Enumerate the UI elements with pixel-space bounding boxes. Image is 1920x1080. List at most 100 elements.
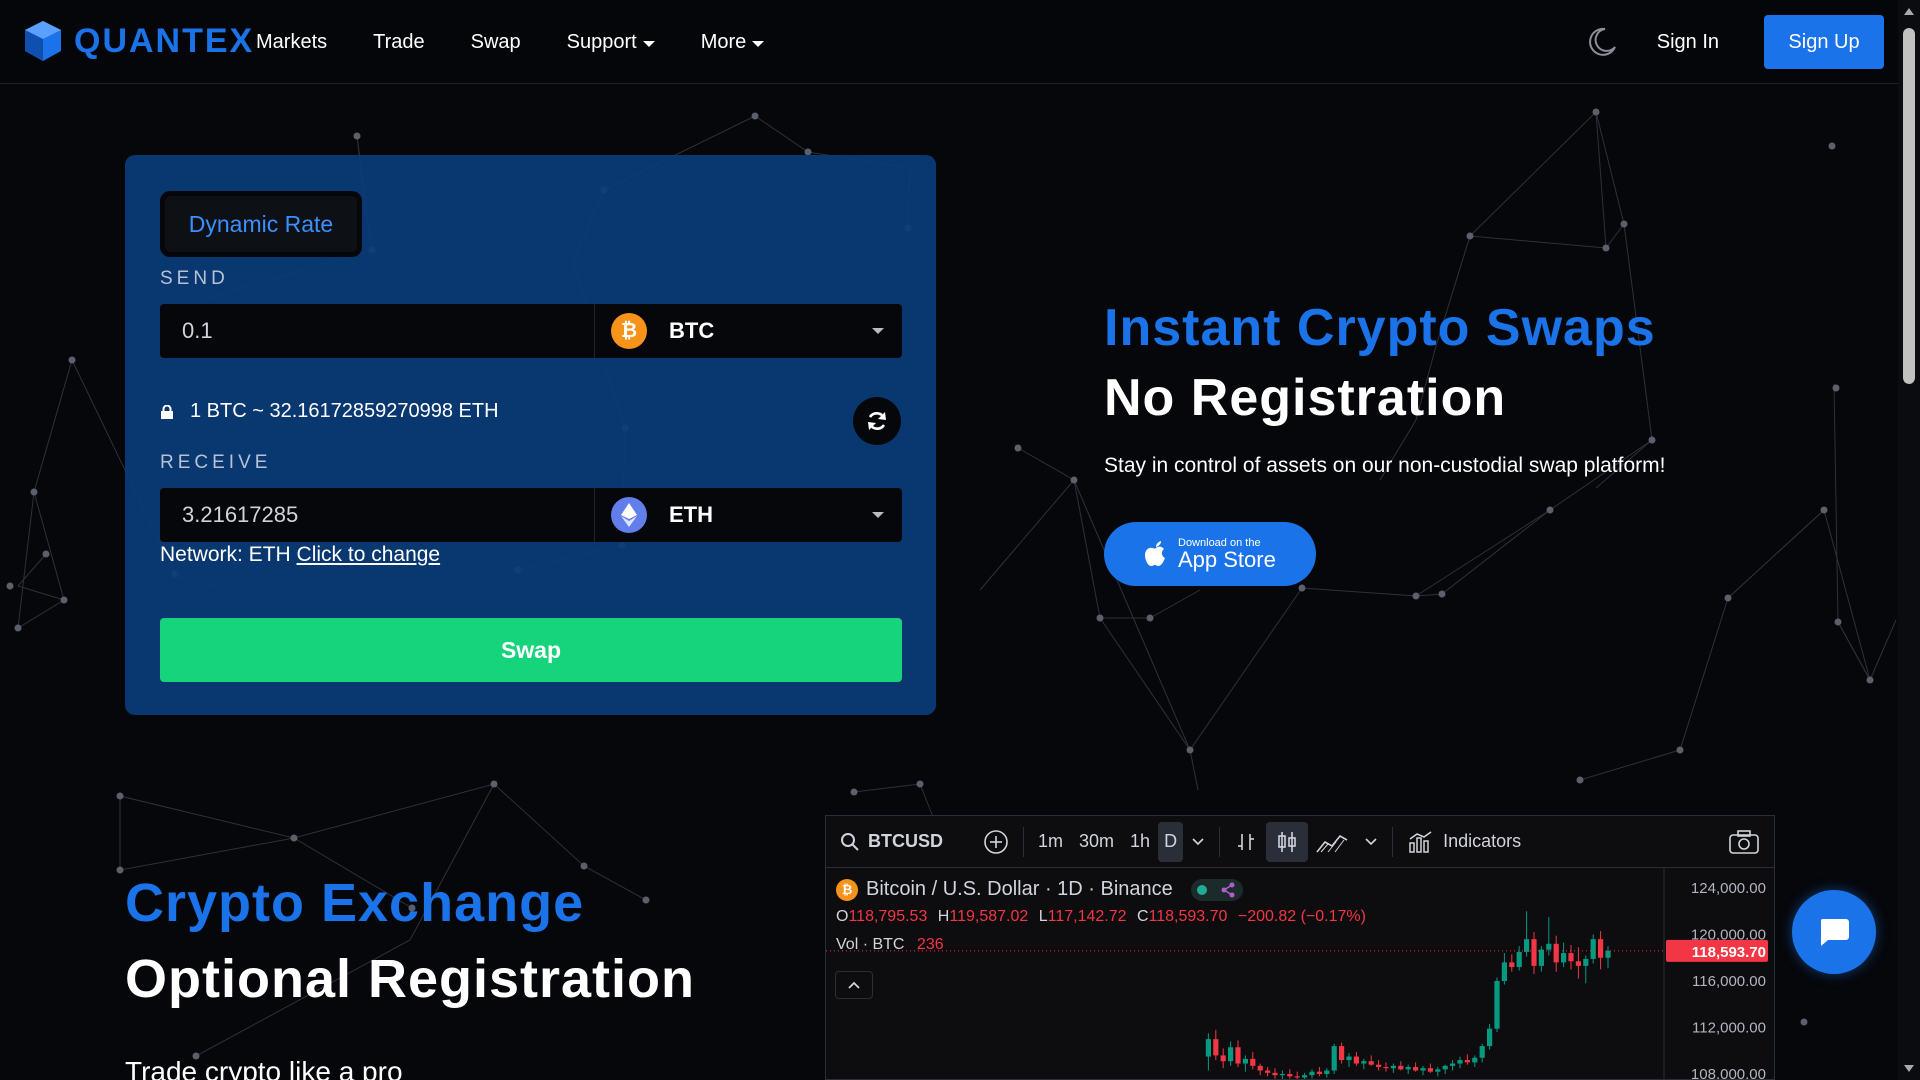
moon-icon[interactable] — [1585, 25, 1619, 59]
interval-dropdown[interactable] — [1183, 816, 1213, 867]
caret-down-icon — [642, 40, 655, 47]
candle-body — [1316, 1071, 1322, 1074]
section-title-primary: Crypto Exchange — [125, 873, 585, 933]
candle-body — [1561, 953, 1567, 963]
candle-body — [1235, 1047, 1241, 1064]
receive-currency-select[interactable]: ETH — [594, 488, 902, 542]
chart-type-dropdown[interactable] — [1356, 816, 1386, 867]
ethereum-icon — [611, 497, 647, 533]
snapshot-button[interactable] — [1720, 816, 1774, 867]
candle-body — [1302, 1075, 1308, 1078]
candle-body — [1331, 1046, 1337, 1071]
candle-body — [1383, 1067, 1389, 1069]
indicators-button[interactable]: Indicators — [1399, 816, 1529, 867]
apple-icon — [1145, 541, 1165, 566]
candle-body — [1531, 939, 1537, 966]
toolbar-divider — [1023, 826, 1024, 857]
candle-body — [1257, 1065, 1263, 1071]
bitcoin-icon: ₿ — [611, 313, 647, 349]
candle-body — [1361, 1061, 1367, 1064]
candle-body — [1376, 1064, 1382, 1068]
candle-body — [1324, 1070, 1330, 1074]
candle-body — [1457, 1060, 1463, 1064]
nav-trade[interactable]: Trade — [373, 31, 425, 54]
app-store-button[interactable]: Download on the App Store — [1104, 522, 1316, 586]
indicators-label: Indicators — [1443, 831, 1522, 851]
sign-in-link[interactable]: Sign In — [1657, 31, 1719, 54]
price-axis-tick-label: 124,000.00 — [1691, 880, 1766, 897]
nav-markets-label: Markets — [256, 30, 328, 53]
indicators-icon — [1409, 830, 1432, 853]
bars-icon — [1238, 833, 1255, 850]
exchange-rate-text: 1 BTC ~ 32.16172859270998 ETH — [190, 400, 499, 422]
receive-amount-input[interactable] — [160, 488, 594, 542]
nav-more-dropdown[interactable]: More — [701, 31, 765, 54]
brand-name: QUANTEX — [74, 21, 255, 60]
chevron-up-icon — [848, 981, 860, 989]
scroll-down-arrow-icon[interactable] — [1904, 1065, 1914, 1072]
market-open-dot-icon — [1197, 884, 1208, 895]
candle-body — [1546, 943, 1552, 950]
candle-body — [1494, 981, 1500, 1029]
candle-body — [1228, 1047, 1234, 1062]
candle-body — [1339, 1046, 1345, 1061]
candle-body — [1575, 961, 1581, 966]
interval-30m[interactable]: 30m — [1071, 816, 1122, 867]
candles-chart-type-button[interactable] — [1266, 821, 1309, 862]
nav-support-dropdown[interactable]: Support — [567, 31, 655, 54]
page-scrollbar[interactable] — [1898, 0, 1920, 1080]
candle-body — [1568, 953, 1574, 962]
candle-body — [1450, 1063, 1456, 1066]
send-currency-code: BTC — [669, 318, 715, 343]
candle-body — [1420, 1068, 1426, 1071]
cube-logo-icon — [25, 21, 61, 61]
area-chart-type-button[interactable] — [1308, 816, 1356, 867]
ohlc-values: O118,795.53 H119,587.02 L117,142.72 C118… — [836, 908, 1366, 926]
scroll-up-arrow-icon[interactable] — [1904, 8, 1914, 15]
app-store-big-text: App Store — [1178, 546, 1276, 572]
candle-body — [1472, 1057, 1478, 1063]
collapse-legend-button[interactable] — [835, 971, 873, 999]
sign-up-button[interactable]: Sign Up — [1764, 15, 1884, 69]
change-network-link[interactable]: Click to change — [297, 543, 441, 566]
candle-body — [1309, 1071, 1315, 1076]
nav-markets[interactable]: Markets — [256, 31, 327, 54]
candle-body — [1487, 1028, 1493, 1047]
open-label: O — [836, 908, 849, 925]
swap-direction-button[interactable] — [853, 397, 901, 445]
candle-body — [1242, 1058, 1248, 1064]
price-change: −200.82 (−0.17%) — [1237, 908, 1366, 925]
low-value: 117,142.72 — [1047, 908, 1127, 925]
nav-swap[interactable]: Swap — [471, 31, 521, 54]
interval-d[interactable]: D — [1158, 821, 1184, 862]
bitcoin-icon: ₿ — [836, 878, 858, 901]
camera-icon — [1729, 829, 1759, 854]
candle-body — [1390, 1065, 1396, 1069]
send-amount-input[interactable] — [160, 304, 594, 358]
swap-button[interactable]: Swap — [160, 618, 902, 682]
candle-body — [1598, 939, 1604, 958]
rate-mode-tab[interactable]: Dynamic Rate — [160, 191, 362, 257]
candle-body — [1590, 939, 1596, 959]
nav-more-label: More — [700, 30, 747, 53]
interval-1m[interactable]: 1m — [1030, 816, 1071, 867]
candle-body — [1279, 1074, 1285, 1076]
candle-body — [1435, 1069, 1441, 1072]
send-currency-select[interactable]: ₿ BTC — [594, 304, 902, 358]
send-row: ₿ BTC — [160, 304, 902, 358]
compare-symbol-button[interactable] — [975, 816, 1017, 867]
candle-body — [1405, 1067, 1411, 1070]
brand-logo[interactable]: QUANTEX — [20, 18, 254, 64]
symbol-search[interactable]: BTCUSD — [826, 816, 951, 867]
live-chat-button[interactable] — [1792, 890, 1876, 974]
nav-trade-label: Trade — [373, 30, 425, 53]
candle-body — [1524, 939, 1530, 952]
candle-body — [1272, 1072, 1278, 1076]
hero-subtitle: Stay in control of assets on our non-cus… — [1104, 454, 1666, 477]
scrollbar-thumb[interactable] — [1903, 28, 1915, 384]
interval-1h[interactable]: 1h — [1122, 816, 1158, 867]
exchange-rate: 1 BTC ~ 32.16172859270998 ETH — [160, 400, 499, 423]
share-icon — [1221, 882, 1235, 897]
bar-chart-type-button[interactable] — [1226, 816, 1266, 867]
network-text: Network: ETH — [160, 543, 291, 566]
